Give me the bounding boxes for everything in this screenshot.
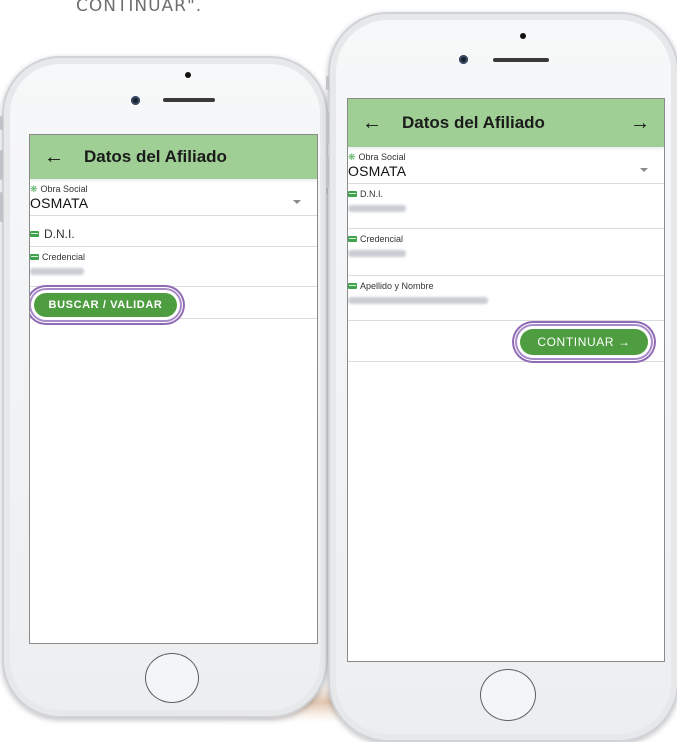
mute-switch <box>0 116 3 130</box>
credencial-label-row: Credencial <box>30 252 317 262</box>
id-card-icon <box>30 231 39 237</box>
obra-social-value: OSMATA <box>30 195 89 211</box>
obra-social-select[interactable]: ❋ Obra Social OSMATA <box>30 179 317 216</box>
page-title: Datos del Afiliado <box>402 113 545 132</box>
app-bar: ← Datos del Afiliado <box>30 135 317 179</box>
obra-social-select[interactable]: ❋ Obra Social OSMATA <box>348 147 664 184</box>
id-card-icon <box>30 254 39 260</box>
screen-right: ← Datos del Afiliado → ❋ Obra Social OSM… <box>347 98 665 662</box>
volume-up-button <box>0 150 3 180</box>
id-card-icon <box>348 283 357 289</box>
button-row: CONTINUAR → <box>348 321 664 362</box>
mute-switch <box>326 76 329 90</box>
continuar-button[interactable]: CONTINUAR → <box>520 329 648 355</box>
instruction-caption: CONTINUAR". <box>76 0 203 16</box>
dni-label-row: D.N.I. <box>348 189 664 199</box>
arrow-left-icon[interactable]: ← <box>44 146 70 169</box>
credencial-label: Credencial <box>42 252 86 262</box>
proximity-sensor <box>520 33 526 39</box>
screen-left: ← Datos del Afiliado ❋ Obra Social OSMAT… <box>29 134 318 644</box>
credencial-label: Credencial <box>360 234 404 244</box>
obra-social-label-row: ❋ Obra Social <box>348 152 664 162</box>
dni-label-row: D.N.I. <box>30 227 75 241</box>
nombre-label: Apellido y Nombre <box>360 281 434 291</box>
proximity-sensor <box>185 72 191 78</box>
volume-down-button <box>326 156 329 188</box>
front-camera <box>459 55 468 64</box>
credencial-value-blurred <box>30 268 84 275</box>
nombre-field[interactable]: Apellido y Nombre <box>348 276 664 321</box>
chevron-down-icon[interactable] <box>293 200 301 204</box>
id-card-icon <box>348 191 357 197</box>
app-bar: ← Datos del Afiliado → <box>348 99 664 147</box>
flower-icon: ❋ <box>348 151 356 162</box>
obra-social-label-row: ❋ Obra Social <box>30 184 317 194</box>
home-button[interactable] <box>145 653 199 703</box>
front-camera <box>131 96 140 105</box>
phone-right: ← Datos del Afiliado → ❋ Obra Social OSM… <box>326 12 677 742</box>
volume-down-button <box>0 192 3 222</box>
earpiece-speaker <box>493 58 549 62</box>
obra-social-label: Obra Social <box>358 152 406 162</box>
home-button[interactable] <box>480 669 536 721</box>
dni-field[interactable]: D.N.I. <box>30 216 317 247</box>
nombre-label-row: Apellido y Nombre <box>348 281 664 291</box>
credencial-value-blurred <box>348 250 406 257</box>
obra-social-label: Obra Social <box>40 184 88 194</box>
dni-label: D.N.I. <box>44 227 75 241</box>
flower-icon: ❋ <box>30 183 38 194</box>
arrow-right-icon[interactable]: → <box>630 112 650 135</box>
button-row: BUSCAR / VALIDAR <box>30 287 317 319</box>
credencial-field[interactable]: Credencial <box>348 229 664 276</box>
id-card-icon <box>348 236 357 242</box>
buscar-validar-button[interactable]: BUSCAR / VALIDAR <box>34 293 177 317</box>
volume-up-button <box>326 112 329 144</box>
chevron-down-icon[interactable] <box>640 168 648 172</box>
credencial-label-row: Credencial <box>348 234 664 244</box>
dni-field[interactable]: D.N.I. <box>348 184 664 229</box>
obra-social-value: OSMATA <box>348 163 407 179</box>
dni-value-blurred <box>348 205 406 212</box>
nombre-value-blurred <box>348 297 488 304</box>
dni-label: D.N.I. <box>360 189 384 199</box>
page-title: Datos del Afiliado <box>84 147 227 166</box>
arrow-left-icon[interactable]: ← <box>362 112 388 135</box>
earpiece-speaker <box>163 98 215 102</box>
credencial-field[interactable]: Credencial <box>30 247 317 287</box>
phone-left: ← Datos del Afiliado ❋ Obra Social OSMAT… <box>0 56 329 718</box>
